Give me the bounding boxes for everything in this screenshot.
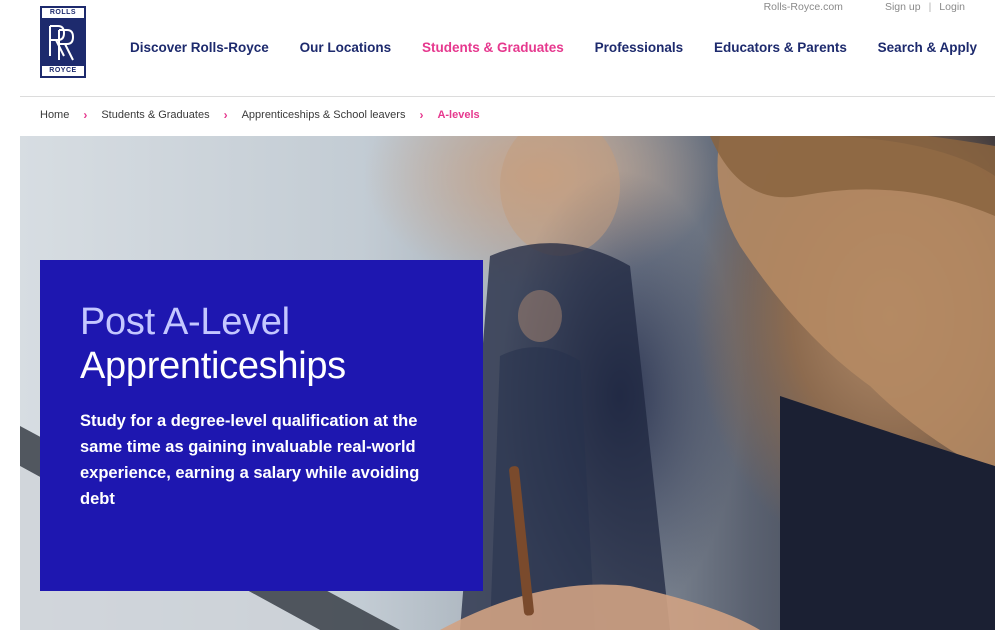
main-nav: Discover Rolls-Royce Our Locations Stude… <box>130 40 977 55</box>
breadcrumb-home[interactable]: Home <box>40 109 69 121</box>
site-header: Rolls-Royce.com Sign up | Login ROLLS RO… <box>0 0 1005 96</box>
logo-bottom-text: ROYCE <box>42 66 84 76</box>
chevron-right-icon: › <box>83 108 88 122</box>
utility-separator: | <box>928 1 932 13</box>
signup-link[interactable]: Sign up <box>885 1 921 13</box>
breadcrumb-students-graduates[interactable]: Students & Graduates <box>101 109 209 121</box>
rolls-royce-com-link[interactable]: Rolls-Royce.com <box>764 1 843 13</box>
hero-title-line2: Apprenticeships <box>80 345 346 387</box>
breadcrumb-apprenticeships[interactable]: Apprenticeships & School leavers <box>242 109 406 121</box>
chevron-right-icon: › <box>419 108 424 122</box>
breadcrumb-current-a-levels: A-levels <box>437 109 480 121</box>
rr-monogram-icon <box>46 18 80 66</box>
hero-description: Study for a degree-level qualification a… <box>80 412 420 508</box>
hero-text-panel: Post A-Level Apprenticeships Study for a… <box>40 260 483 591</box>
nav-students-graduates[interactable]: Students & Graduates <box>422 40 564 55</box>
rolls-royce-logo[interactable]: ROLLS ROYCE <box>40 6 86 78</box>
nav-professionals[interactable]: Professionals <box>595 40 684 55</box>
login-link[interactable]: Login <box>939 1 965 13</box>
nav-search-apply[interactable]: Search & Apply <box>878 40 977 55</box>
nav-educators-parents[interactable]: Educators & Parents <box>714 40 847 55</box>
nav-locations[interactable]: Our Locations <box>300 40 392 55</box>
hero-title-line1: Post A-Level <box>80 301 290 343</box>
utility-nav: Rolls-Royce.com Sign up | Login <box>764 0 965 14</box>
breadcrumb: Home › Students & Graduates › Apprentice… <box>40 108 480 122</box>
chevron-right-icon: › <box>223 108 228 122</box>
logo-top-text: ROLLS <box>42 8 84 18</box>
hero-title: Post A-Level Apprenticeships <box>80 300 443 388</box>
header-divider <box>20 96 995 97</box>
hero-banner: Post A-Level Apprenticeships Study for a… <box>20 136 995 630</box>
nav-discover[interactable]: Discover Rolls-Royce <box>130 40 269 55</box>
